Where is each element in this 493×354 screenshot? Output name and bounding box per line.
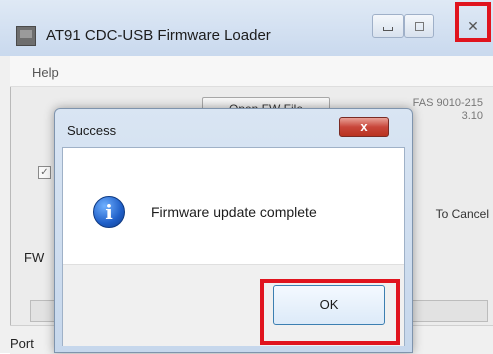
maximize-icon xyxy=(414,21,424,31)
dialog-message: Firmware update complete xyxy=(151,204,317,220)
port-label: Port xyxy=(10,336,34,351)
menu-help[interactable]: Help xyxy=(32,65,59,80)
fw-label: FW xyxy=(24,250,45,265)
dialog-close-button[interactable]: x xyxy=(339,117,389,137)
option-checkbox[interactable]: ✓ xyxy=(38,166,51,179)
main-window-title: AT91 CDC-USB Firmware Loader xyxy=(46,27,271,44)
maximize-button[interactable] xyxy=(404,14,434,38)
ok-button-highlight xyxy=(260,279,400,345)
menu-bar: Help xyxy=(10,56,493,87)
close-icon: x xyxy=(360,119,368,134)
minimize-icon xyxy=(383,27,393,31)
info-icon: i xyxy=(93,196,125,228)
close-button-highlight xyxy=(455,2,491,42)
main-titlebar[interactable]: AT91 CDC-USB Firmware Loader ✕ xyxy=(0,0,493,56)
app-icon xyxy=(16,26,36,46)
cancel-hint-text: To Cancel xyxy=(435,207,489,221)
minimize-button[interactable] xyxy=(372,14,404,38)
dialog-title: Success xyxy=(67,123,117,138)
